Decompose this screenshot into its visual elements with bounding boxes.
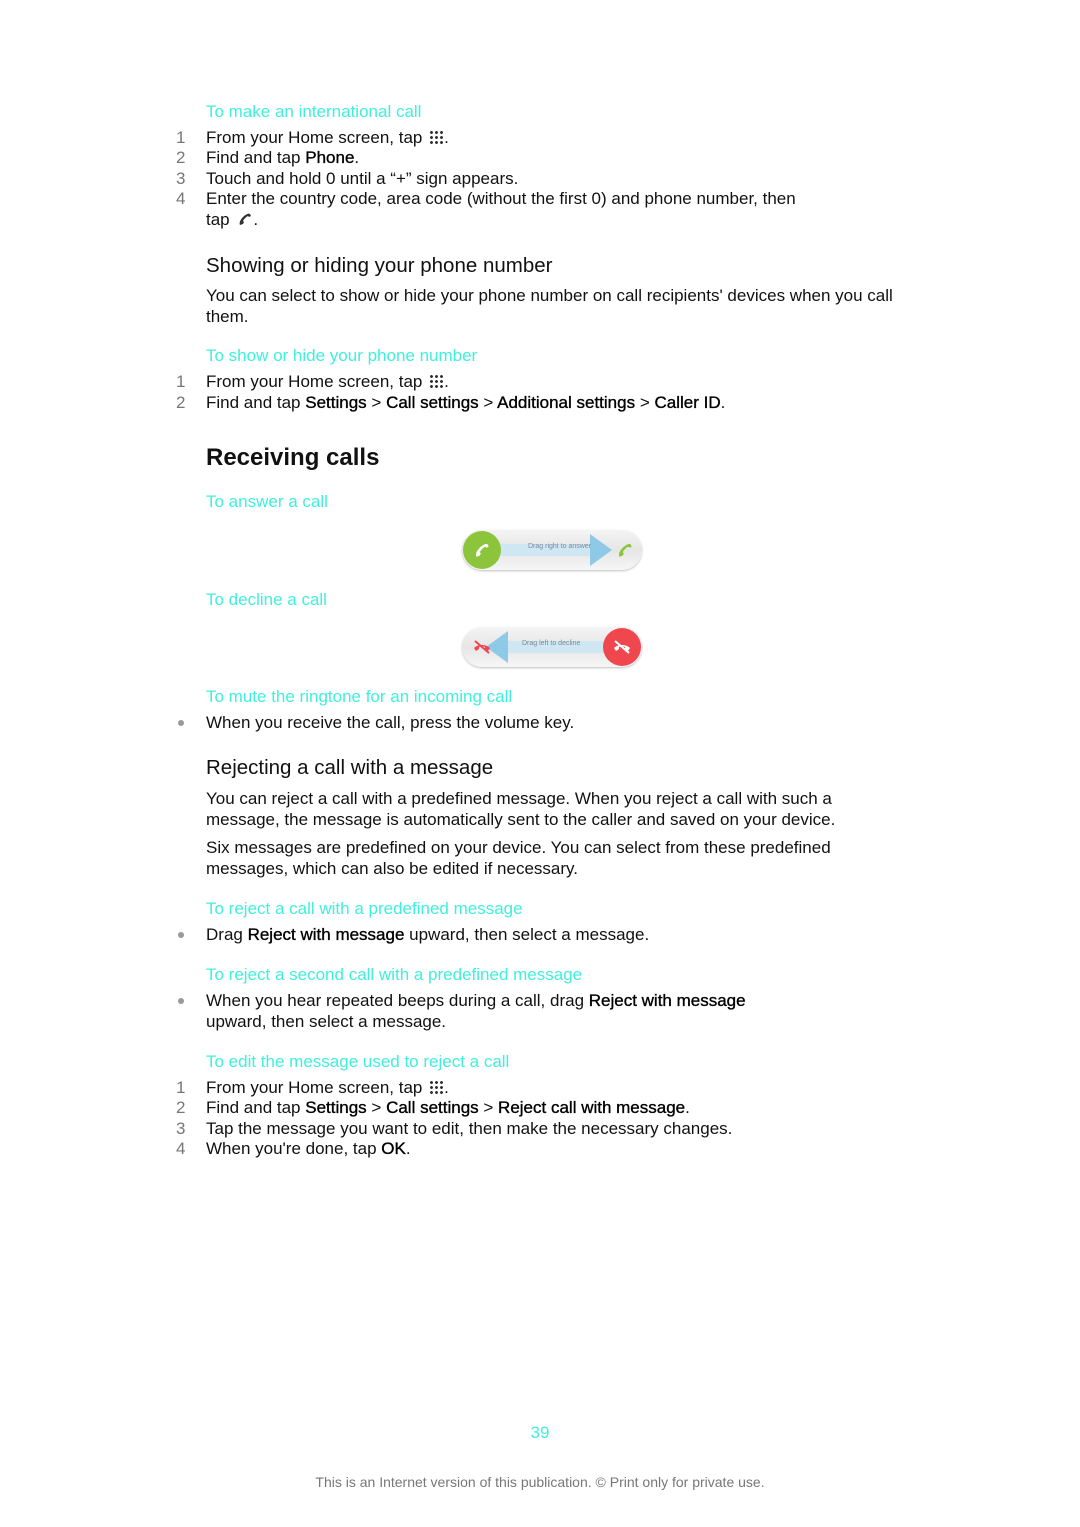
step-text-end: . — [354, 148, 360, 167]
phone-decline-target-icon — [474, 640, 490, 654]
page-number: 39 — [530, 1423, 550, 1442]
paragraph: You can reject a call with a predefined … — [206, 789, 836, 829]
ui-term-settings: Settings — [305, 393, 367, 412]
step-text: Touch and hold 0 until a “+” sign appear… — [206, 169, 519, 188]
section-heading-rejecting: Rejecting a call with a message — [206, 756, 494, 779]
step-text: From your Home screen, tap — [206, 1078, 428, 1097]
step-number: 3 — [176, 169, 186, 188]
bullet-text: When you hear repeated beeps during a ca… — [206, 991, 589, 1010]
ui-term-phone: Phone — [305, 148, 355, 167]
phone-answer-target-icon — [618, 543, 632, 557]
phone-answer-icon — [475, 543, 489, 557]
bullet-text: Drag — [206, 925, 248, 944]
answer-knob[interactable] — [463, 531, 501, 569]
procedure-title-decline: To decline a call — [206, 590, 327, 609]
step-text: Tap the message you want to edit, then m… — [206, 1119, 733, 1138]
bullet-icon — [178, 932, 184, 938]
phone-decline-icon — [614, 640, 630, 654]
slider-hint-answer: Drag right to answer — [528, 543, 592, 550]
step-text-end: . — [444, 372, 449, 391]
procedure-title-reject: To reject a call with a predefined messa… — [206, 899, 523, 918]
drag-left-arrow-icon — [486, 631, 616, 663]
ui-term-settings: Settings — [305, 1098, 367, 1117]
procedure-title-reject-second: To reject a second call with a predefine… — [206, 965, 583, 984]
step-number: 1 — [176, 372, 186, 391]
step-text: From your Home screen, tap — [206, 128, 428, 147]
ui-term-call-settings: Call settings — [386, 393, 479, 412]
procedure-title-international-call: To make an international call — [206, 102, 422, 121]
step-text-end: . — [444, 1078, 449, 1097]
ui-term-call-settings: Call settings — [386, 1098, 479, 1117]
step-text: Find and tap — [206, 148, 306, 167]
step-number: 2 — [176, 393, 186, 412]
ui-term-reject-call-with-message: Reject call with message — [498, 1098, 686, 1117]
step-number: 3 — [176, 1119, 186, 1138]
bullet-text-end: upward, then select a message. — [404, 925, 650, 944]
procedure-title-answer: To answer a call — [206, 492, 328, 511]
step-text: Find and tap — [206, 393, 306, 412]
step-text-end: . — [685, 1098, 690, 1117]
bullet-icon — [178, 720, 184, 726]
ui-term-caller-id: Caller ID — [654, 393, 721, 412]
step-number: 2 — [176, 1098, 186, 1117]
bullet-text: When you receive the call, press the vol… — [206, 713, 575, 732]
decline-knob[interactable] — [603, 628, 641, 666]
step-number: 1 — [176, 128, 186, 147]
section-heading-show-hide: Showing or hiding your phone number — [206, 254, 553, 277]
ui-term-ok: OK — [381, 1139, 406, 1158]
chapter-heading-receiving-calls: Receiving calls — [206, 444, 380, 471]
step-text-end: . — [405, 1139, 411, 1158]
path-separator: > — [478, 1098, 499, 1117]
step-text: Enter the country code, area code (witho… — [206, 189, 796, 208]
ui-term-reject-with-message: Reject with message — [588, 991, 746, 1010]
step-text-line2: tap — [206, 209, 235, 229]
step-number: 4 — [176, 189, 186, 208]
footer-note: This is an Internet version of this publ… — [315, 1474, 765, 1490]
apps-grid-icon — [429, 130, 445, 145]
path-separator: > — [478, 393, 498, 412]
bullet-icon — [178, 998, 184, 1004]
procedure-title-edit-message: To edit the message used to reject a cal… — [206, 1052, 510, 1071]
slider-hint-decline: Drag left to decline — [522, 640, 581, 647]
step-number: 4 — [176, 1139, 186, 1158]
path-separator: > — [366, 393, 387, 412]
ui-term-reject-with-message: Reject with message — [247, 925, 405, 944]
answer-call-slider[interactable]: Drag right to answer — [462, 530, 642, 570]
apps-grid-icon — [429, 374, 445, 389]
ui-term-additional-settings: Additional settings — [497, 393, 636, 412]
step-text: From your Home screen, tap — [206, 372, 428, 391]
procedure-title-mute: To mute the ringtone for an incoming cal… — [206, 687, 513, 706]
paragraph: Six messages are predefined on your devi… — [206, 838, 831, 878]
step-text: When you're done, tap — [206, 1139, 382, 1158]
step-text-end: . — [253, 209, 259, 229]
bullet-text-line2: upward, then select a message. — [206, 1011, 447, 1031]
step-text-end: . — [720, 393, 726, 412]
step-text: Find and tap — [206, 1098, 306, 1117]
paragraph: You can select to show or hide your phon… — [206, 286, 893, 326]
step-text-end: . — [444, 128, 449, 147]
step-number: 2 — [176, 148, 186, 167]
apps-grid-icon — [429, 1080, 445, 1095]
path-separator: > — [635, 393, 655, 412]
path-separator: > — [366, 1098, 387, 1117]
decline-call-slider[interactable]: Drag left to decline — [462, 627, 642, 667]
procedure-title-show-hide: To show or hide your phone number — [206, 346, 478, 365]
call-icon — [239, 213, 252, 225]
step-number: 1 — [176, 1078, 186, 1097]
drag-right-arrow-icon — [482, 534, 612, 566]
